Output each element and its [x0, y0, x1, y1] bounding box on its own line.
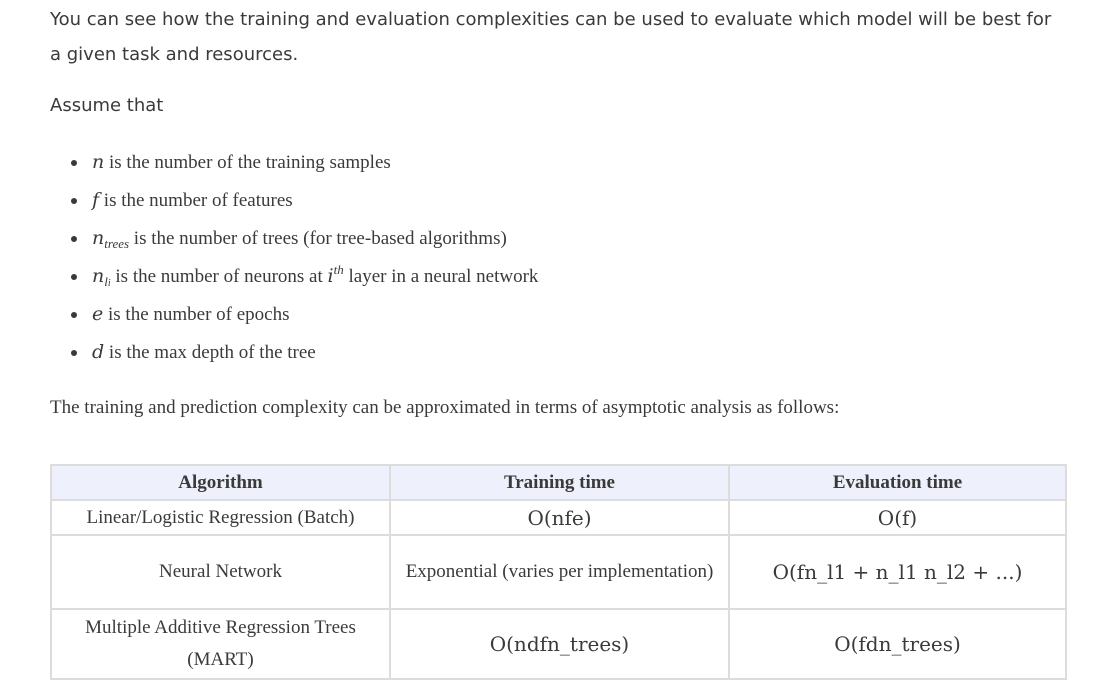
list-item: d is the max depth of the tree — [50, 335, 538, 373]
math-variable: f — [92, 189, 100, 211]
list-item-text: layer in a neural network — [343, 266, 539, 287]
bullet-icon — [71, 274, 77, 280]
complexity-table: Algorithm Training time Evaluation time … — [50, 464, 1067, 680]
cell-algorithm: Multiple Additive Regression Trees (MART… — [50, 608, 391, 680]
formula: O(nfe) — [527, 505, 592, 530]
header-training-time: Training time — [389, 464, 730, 501]
list-item: n is the number of the training samples — [50, 145, 538, 183]
bullet-icon — [71, 198, 77, 204]
list-item: f is the number of features — [50, 183, 538, 221]
list-item: nli is the number of neurons at ith laye… — [50, 259, 538, 297]
list-item-text-before: is the number of neurons at — [110, 266, 328, 287]
cell-training: O(ndfn_trees) — [389, 608, 730, 680]
bullet-icon — [71, 160, 77, 166]
list-item-text: is the number of the training samples — [104, 152, 391, 173]
formula: O(f) — [877, 505, 918, 530]
table-row: Multiple Additive Regression Trees (MART… — [50, 608, 1067, 680]
list-item: ntrees is the number of trees (for tree-… — [50, 221, 538, 259]
table-header-row: Algorithm Training time Evaluation time — [50, 464, 1067, 501]
assumption-list: n is the number of the training samples … — [50, 145, 538, 373]
math-subscript: trees — [104, 236, 130, 251]
cell-evaluation: O(fdn_trees) — [728, 608, 1067, 680]
list-item-text: is the number of epochs — [103, 304, 290, 325]
math-variable: n — [92, 151, 105, 173]
intro-paragraph: You can see how the training and evaluat… — [50, 9, 1052, 65]
table-row: Linear/Logistic Regression (Batch) O(nfe… — [50, 499, 1067, 536]
math-subsubscript: i — [107, 278, 111, 289]
math-subscript: li — [104, 274, 110, 289]
cell-evaluation: O(f) — [728, 499, 1067, 536]
list-item-text: is the number of features — [99, 190, 293, 211]
cell-algorithm: Linear/Logistic Regression (Batch) — [50, 499, 391, 536]
math-variable: d — [92, 341, 105, 363]
cell-evaluation: O(fn_l1 + n_l1 n_l2 + ...) — [728, 534, 1067, 610]
header-evaluation-time: Evaluation time — [728, 464, 1067, 501]
cell-training: Exponential (varies per implementation) — [389, 534, 730, 610]
bullet-icon — [71, 350, 77, 356]
summary-paragraph: The training and prediction complexity c… — [50, 397, 840, 418]
formula: O(fdn_trees) — [834, 632, 961, 656]
math-variable: n — [92, 227, 105, 249]
cell-algorithm: Neural Network — [50, 534, 391, 610]
math-variable: e — [92, 303, 104, 325]
table-row: Neural Network Exponential (varies per i… — [50, 534, 1067, 610]
math-variable: n — [92, 265, 105, 287]
assume-label: Assume that — [50, 95, 164, 116]
formula: O(ndfn_trees) — [489, 632, 630, 656]
math-superscript: th — [333, 262, 344, 277]
list-item-text: is the max depth of the tree — [104, 342, 316, 363]
list-item: e is the number of epochs — [50, 297, 538, 335]
bullet-icon — [71, 236, 77, 242]
header-algorithm: Algorithm — [50, 464, 391, 501]
cell-training: O(nfe) — [389, 499, 730, 536]
list-item-text: is the number of trees (for tree-based a… — [129, 228, 507, 249]
formula: O(fn_l1 + n_l1 n_l2 + ...) — [772, 560, 1023, 584]
bullet-icon — [71, 312, 77, 318]
math-superscript-base: i — [327, 265, 334, 287]
